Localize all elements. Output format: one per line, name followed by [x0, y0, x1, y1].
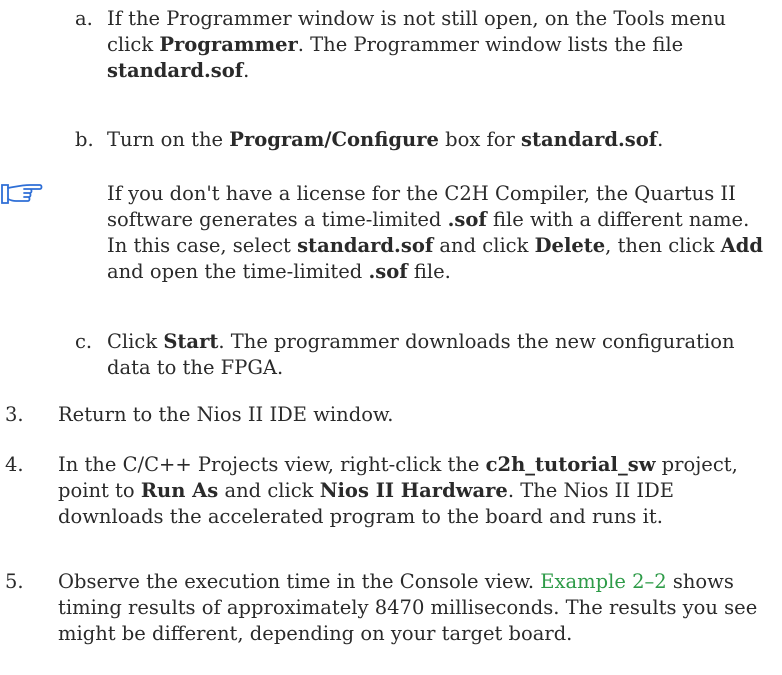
step-text: Observe the execution time in the Consol…	[58, 570, 758, 645]
step-label: 5.	[5, 570, 24, 593]
start-label: Start	[163, 330, 219, 353]
step-text: If the Programmer window is not still op…	[107, 7, 726, 82]
step-label: b.	[75, 128, 94, 151]
step-text: Turn on the Program/Configure box for st…	[107, 128, 664, 151]
file-name: standard.sof	[297, 234, 434, 257]
step-text: Click Start. The programmer downloads th…	[107, 330, 735, 379]
pointing-hand-icon	[0, 181, 46, 207]
step-label: 4.	[5, 453, 24, 476]
example-link[interactable]: Example 2–2	[540, 570, 666, 593]
menu-item-programmer: Programmer	[159, 33, 298, 56]
file-ext: .sof	[368, 260, 408, 283]
option-program-configure: Program/Configure	[229, 128, 439, 151]
file-name: standard.sof	[521, 128, 658, 151]
add-label: Add	[720, 234, 763, 257]
step-label: c.	[75, 330, 93, 353]
file-ext: .sof	[447, 208, 487, 231]
step-label: a.	[75, 7, 93, 30]
step-text: Return to the Nios II IDE window.	[58, 403, 394, 426]
step-text: In the C/C++ Projects view, right-click …	[58, 453, 738, 528]
delete-label: Delete	[534, 234, 606, 257]
file-name: standard.sof	[107, 59, 244, 82]
step-label: 3.	[5, 403, 24, 426]
note-text: If you don't have a license for the C2H …	[107, 182, 763, 283]
project-name: c2h_tutorial_sw	[485, 453, 656, 476]
menu-run-as: Run As	[140, 479, 219, 502]
menu-nios-ii-hardware: Nios II Hardware	[319, 479, 508, 502]
